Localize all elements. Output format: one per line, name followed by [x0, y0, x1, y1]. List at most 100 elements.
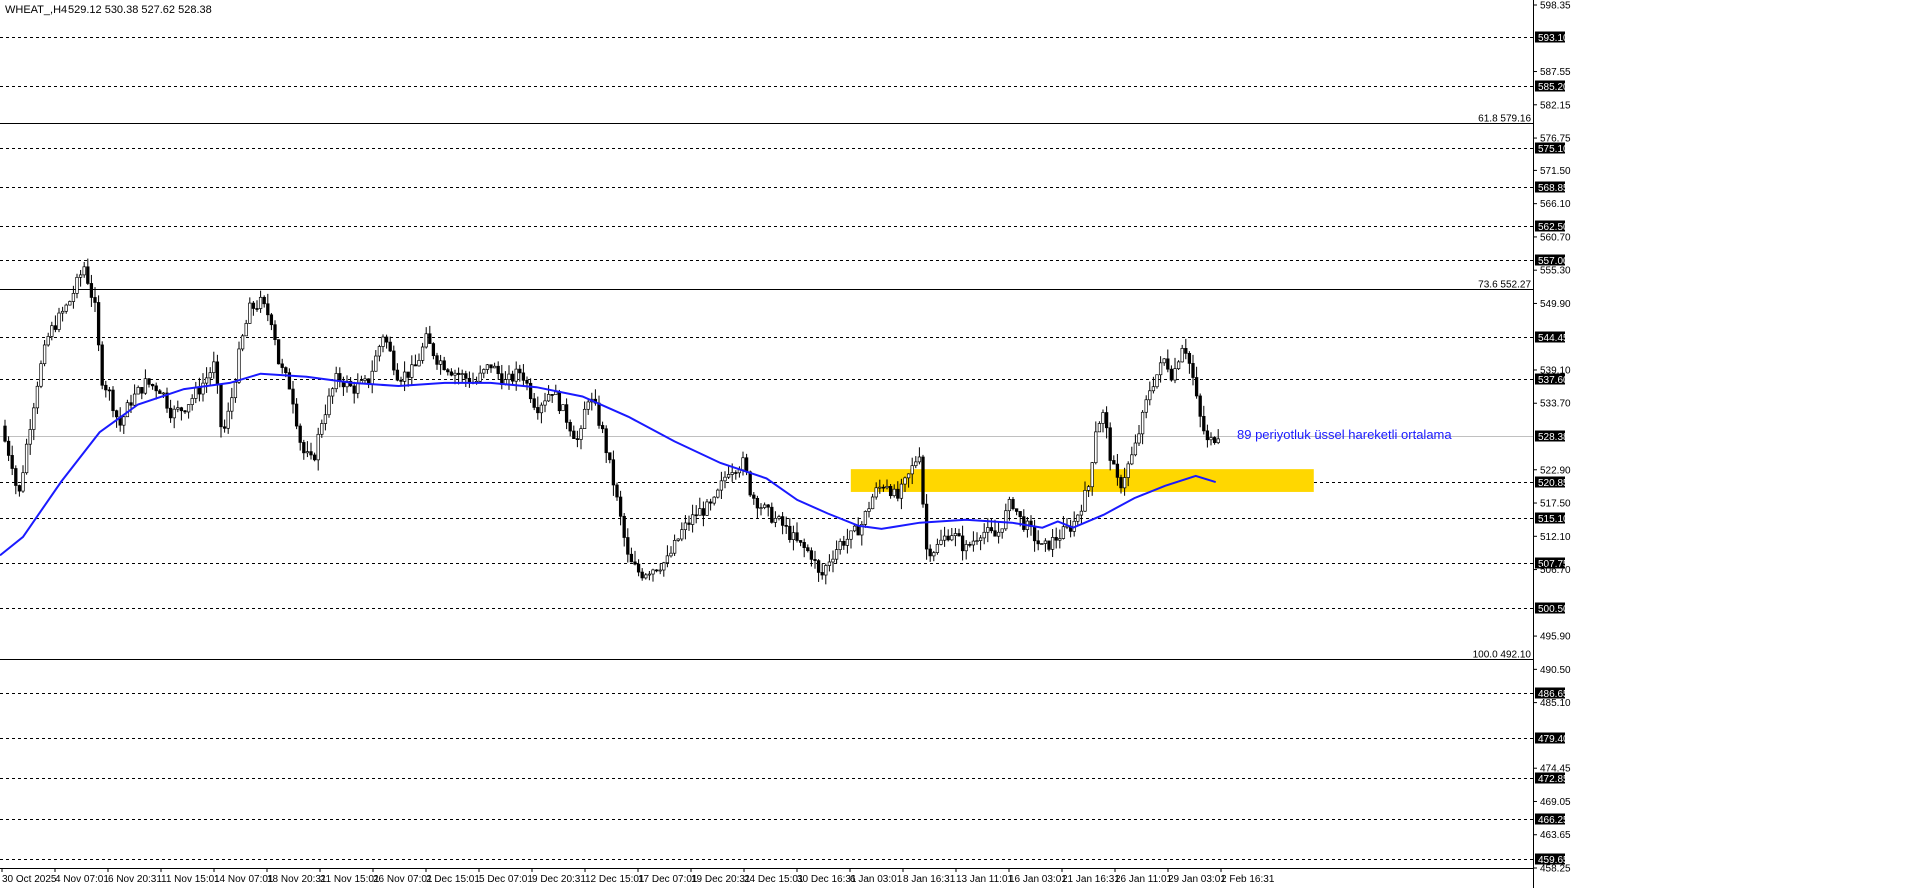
candle-body [82, 266, 86, 276]
candle-body [989, 527, 994, 532]
candle-body [917, 456, 922, 463]
candle-body [68, 301, 72, 306]
candle-body [543, 400, 547, 406]
candle-body [402, 371, 407, 382]
candle-body [1130, 454, 1134, 465]
candle-body [1086, 486, 1091, 491]
candle-body [870, 496, 875, 510]
candle-body [273, 324, 277, 340]
level-label-text: 500.50 [1538, 604, 1569, 615]
candle-body [388, 341, 392, 352]
candle-body [827, 561, 832, 566]
time-tick-label: 30 Oct 2025 [2, 874, 57, 885]
candle-body [863, 511, 868, 525]
time-tick-label: 26 Nov 07:01 [373, 874, 433, 885]
candle-body [258, 296, 263, 309]
candle-body [442, 360, 446, 371]
candle-body [510, 373, 515, 382]
candle-body [960, 535, 965, 552]
time-tick-label: 19 Dec 20:31 [691, 874, 751, 885]
candle-body [316, 433, 320, 461]
price-tick-label: 566.10 [1540, 199, 1571, 210]
candle-body [1022, 516, 1026, 530]
ohlc-values: 529.12 530.38 527.62 528.38 [68, 4, 212, 16]
candle-body [982, 531, 986, 539]
current-price-label-text: 528.38 [1538, 432, 1569, 443]
candle-body [172, 408, 176, 419]
time-tick-label: 26 Jan 11:01 [1115, 874, 1173, 885]
candle-body [129, 402, 133, 406]
candle-body [1151, 386, 1156, 392]
time-tick-label: 30 Dec 16:31 [797, 874, 857, 885]
candle-body [773, 517, 778, 523]
candle-body [456, 372, 461, 375]
candle-body [1191, 363, 1195, 378]
candle-body [1137, 433, 1141, 444]
candle-body [575, 438, 580, 440]
candle-body [514, 368, 518, 382]
candle-body [190, 398, 194, 405]
candle-body [10, 455, 14, 469]
level-label-text: 520.85 [1538, 478, 1569, 489]
candle-body [784, 525, 788, 527]
candle-body [672, 540, 677, 554]
candle-body [1162, 358, 1166, 364]
candle-body [626, 537, 630, 555]
candle-body [1158, 362, 1163, 376]
level-label-text: 568.85 [1538, 183, 1569, 194]
candle-body [280, 363, 284, 368]
chart-area[interactable]: 593.10 585.20 575.10 568.85 562.50 557.00 544.… [0, 0, 1916, 888]
candle-body [136, 387, 140, 395]
candle-body [395, 369, 400, 381]
candle-body [831, 558, 835, 563]
candle-body [644, 574, 648, 579]
candle-body [1097, 423, 1102, 433]
candle-body [75, 276, 79, 294]
candle-body [708, 501, 713, 504]
candle-body [906, 473, 911, 479]
candle-body [816, 560, 821, 573]
candle-body [291, 388, 295, 405]
candle-body [820, 572, 824, 576]
candle-body [928, 548, 932, 557]
candle-body [302, 442, 306, 454]
candle-body [460, 373, 464, 375]
time-tick-label: 9 Dec 20:31 [532, 874, 586, 885]
candle-body [1050, 537, 1055, 550]
candle-body [1209, 437, 1213, 441]
candle-body [1083, 490, 1087, 512]
candle-body [914, 461, 918, 467]
candle-body [1176, 361, 1181, 370]
price-chart[interactable]: 593.10585.20575.10568.85562.50557.00544.… [0, 0, 1916, 888]
candle-body [269, 314, 274, 326]
time-tick-label: 13 Jan 11:01 [956, 874, 1014, 885]
candle-body [604, 428, 608, 454]
candle-body [154, 385, 158, 392]
candle-body [1122, 477, 1127, 489]
price-tick-label: 495.90 [1540, 632, 1571, 643]
candle-body [330, 388, 335, 397]
candle-body [168, 407, 173, 419]
price-tick-label: 517.50 [1540, 499, 1571, 510]
candle-body [806, 547, 810, 552]
candle-body [791, 532, 796, 540]
candle-body [532, 398, 536, 408]
candle-body [755, 497, 760, 509]
candle-body [478, 372, 482, 382]
candle-body [924, 503, 929, 550]
support-zone-rect [850, 469, 1314, 492]
candle-body [93, 297, 97, 303]
candle-body [194, 387, 198, 399]
candle-body [338, 373, 342, 382]
candle-body [222, 426, 227, 429]
candle-body [161, 392, 166, 395]
candle-body [32, 407, 36, 430]
candle-body [557, 391, 562, 412]
time-tick-label: 21 Nov 15:01 [320, 874, 380, 885]
candle-body [96, 302, 101, 346]
candle-body [1180, 348, 1184, 363]
candle-body [57, 312, 61, 330]
candle-body [71, 293, 76, 302]
candle-body [284, 367, 288, 374]
candle-body [910, 465, 914, 475]
